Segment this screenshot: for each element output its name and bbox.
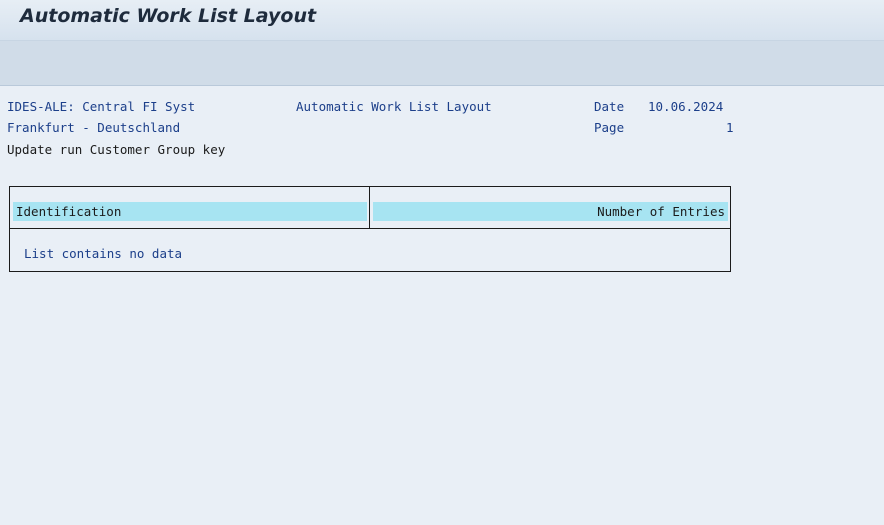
entries-table: Identification Number of Entries List co… [9, 186, 731, 272]
run-description: Update run Customer Group key [7, 142, 226, 157]
column-header-identification[interactable]: Identification [13, 202, 367, 221]
report-location: Frankfurt - Deutschland [7, 120, 181, 135]
application-toolbar [0, 41, 884, 86]
header-divider [10, 228, 730, 229]
empty-list-message: List contains no data [24, 246, 183, 261]
report-system-name: IDES-ALE: Central FI Syst [7, 99, 196, 114]
window-title: Automatic Work List Layout [20, 5, 317, 27]
column-divider [369, 187, 370, 229]
page-label: Page [594, 120, 625, 135]
date-label: Date [594, 99, 625, 114]
title-bar: Automatic Work List Layout [0, 0, 884, 41]
date-value: 10.06.2024 [648, 99, 724, 114]
column-header-number-of-entries[interactable]: Number of Entries [373, 202, 728, 221]
page-value: 1 [726, 120, 734, 135]
report-title: Automatic Work List Layout [296, 99, 492, 114]
